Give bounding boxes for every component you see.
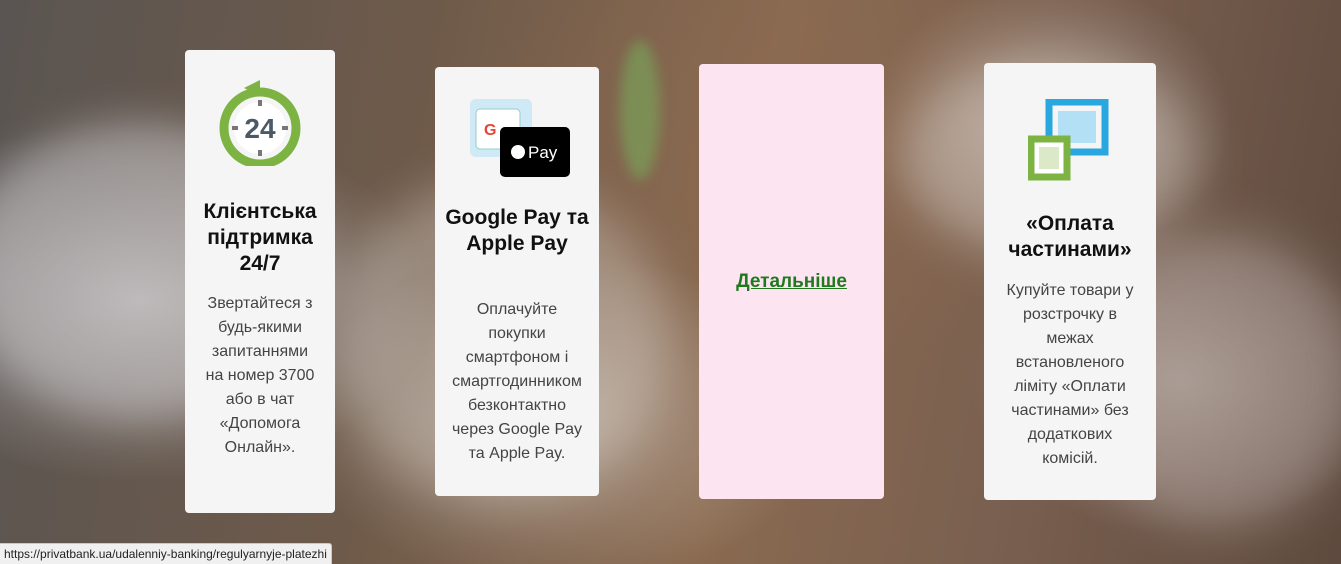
card-title: Клієнтська підтримка 24/7 <box>203 200 317 275</box>
google-apple-pay-card: G Pay Google Pay та Apple Pay Оплачуйте … <box>435 67 599 496</box>
card-title: «Оплата частинами» <box>1008 212 1132 261</box>
status-bar-url: https://privatbank.ua/udalenniy-banking/… <box>0 543 332 564</box>
details-link[interactable]: Детальніше <box>736 271 847 293</box>
svg-text:G: G <box>484 122 496 139</box>
card-description: Купуйте товари у розстрочку в межах вста… <box>1006 282 1134 467</box>
support-card: 24 Клієнтська підтримка 24/7 Звертайтеся… <box>185 50 335 513</box>
google-apple-pay-icon: G Pay <box>466 95 570 182</box>
svg-text:Pay: Pay <box>528 143 558 162</box>
card-title: Google Pay та Apple Pay <box>445 206 589 255</box>
installments-card: «Оплата частинами» Купуйте товари у розс… <box>984 63 1156 500</box>
card-description: Оплачуйте покупки смартфоном і смартгоди… <box>451 301 583 462</box>
clock-24-icon: 24 <box>216 78 304 171</box>
svg-text:24: 24 <box>244 113 276 144</box>
card-description: Звертайтеся з будь-якими запитаннями на … <box>205 295 315 456</box>
details-card[interactable]: Детальніше <box>699 64 884 499</box>
installments-squares-icon <box>1027 98 1112 188</box>
